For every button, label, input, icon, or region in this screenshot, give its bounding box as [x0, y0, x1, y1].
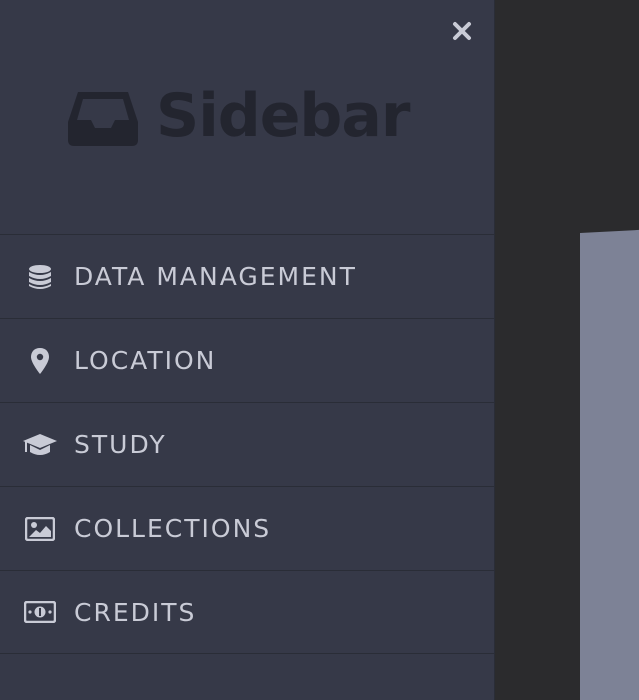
sidebar: Sidebar DATA MANAGEMENT LOCATION STUDY C… — [0, 0, 495, 700]
sidebar-item-label: STUDY — [74, 430, 167, 459]
sidebar-item-data-management[interactable]: DATA MANAGEMENT — [0, 234, 495, 318]
map-pin-icon — [22, 346, 58, 376]
close-icon — [453, 22, 471, 40]
image-icon — [22, 514, 58, 544]
sidebar-item-collections[interactable]: COLLECTIONS — [0, 486, 495, 570]
page: Sidebar DATA MANAGEMENT LOCATION STUDY C… — [0, 0, 639, 700]
sidebar-item-label: DATA MANAGEMENT — [74, 262, 357, 291]
database-icon — [22, 262, 58, 292]
sidebar-item-label: CREDITS — [74, 597, 197, 627]
sidebar-item-study[interactable]: STUDY — [0, 402, 495, 486]
close-button[interactable] — [449, 18, 475, 44]
sidebar-item-credits[interactable]: CREDITS — [0, 570, 495, 654]
brand-title: Sidebar — [156, 81, 410, 151]
main-content-panel — [580, 229, 639, 700]
inbox-icon — [68, 92, 138, 146]
brand: Sidebar — [68, 81, 410, 151]
sidebar-item-label: COLLECTIONS — [74, 514, 272, 543]
money-bill-icon — [22, 597, 58, 627]
sidebar-item-location[interactable]: LOCATION — [0, 318, 495, 402]
sidebar-menu: DATA MANAGEMENT LOCATION STUDY COLLECTIO… — [0, 234, 495, 654]
graduation-cap-icon — [22, 430, 58, 460]
sidebar-item-label: LOCATION — [74, 346, 217, 375]
